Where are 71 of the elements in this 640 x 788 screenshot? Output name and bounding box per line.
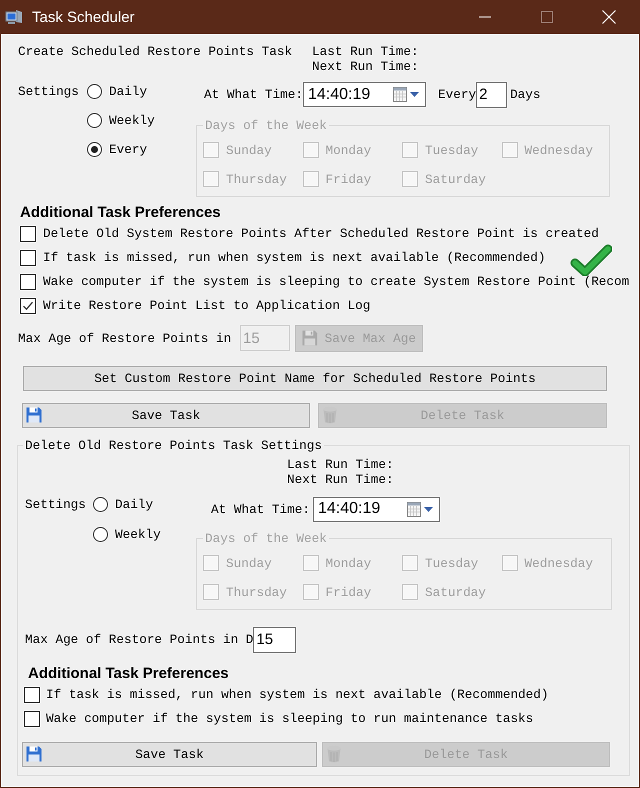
radio-label: Weekly — [109, 112, 155, 128]
checkbox-label: Write Restore Point List to Application Log — [43, 298, 370, 313]
checkbox-label: Friday — [326, 172, 372, 186]
checkbox-label: Wake computer if the system is sleeping to create System Restore Point (Recom — [43, 274, 630, 289]
checkbox-label: Sunday — [226, 556, 272, 570]
checkbox[interactable] — [20, 274, 36, 290]
last-run-label: Last Run Time: — [312, 44, 419, 59]
time-field[interactable]: 14:40:19 — [302, 82, 426, 107]
checkbox-label: Friday — [326, 584, 372, 600]
calendar-icon[interactable] — [392, 87, 407, 102]
group-title: Days of the Week — [204, 118, 328, 132]
last-run-label: Last Run Time: — [287, 457, 395, 472]
checkbox-label: Thursday — [226, 172, 287, 186]
minimize-icon — [479, 16, 491, 18]
section-title: Create Scheduled Restore Points Task — [18, 44, 294, 61]
next-run-label: Next Run Time: — [287, 472, 395, 487]
checkbox-label: Sunday — [226, 142, 272, 158]
radio-button[interactable] — [93, 527, 108, 542]
radio-label: Daily — [109, 84, 148, 98]
time-label: At What Time: — [211, 502, 310, 516]
caret-icon[interactable] — [410, 92, 419, 97]
computer-icon — [5, 8, 23, 26]
checkbox-label: If task is missed, run when system is next available (Recommended) — [46, 687, 549, 702]
custom-name-button[interactable]: Set Custom Restore Point Name for Scheduled Restore Points — [23, 366, 607, 390]
check-mark-icon — [570, 244, 612, 276]
checkbox-label: Wednesday — [524, 142, 594, 158]
maximize-icon — [541, 11, 553, 23]
interval-input[interactable]: 2 — [476, 82, 508, 108]
next-run-label: Next Run Time: — [312, 59, 419, 74]
checkbox[interactable] — [24, 686, 40, 702]
checkbox[interactable] — [20, 298, 36, 314]
interval-unit-label: Days — [510, 87, 541, 102]
checkbox-label: Tuesday — [425, 556, 478, 570]
checkbox-label: Delete Old System Restore Points After Scheduled Restore Point is created — [43, 226, 599, 241]
radio-button[interactable] — [87, 112, 102, 128]
checkbox-label: Monday — [326, 142, 372, 158]
caret-icon[interactable] — [424, 506, 433, 512]
checkbox-label: Saturday — [425, 584, 486, 600]
time-field[interactable]: 14:40:19 — [312, 496, 440, 522]
checkbox[interactable] — [24, 710, 40, 726]
max-age-input[interactable]: 15 — [253, 626, 296, 652]
section-heading: Additional Task Preferences — [20, 204, 222, 222]
radio-label: Daily — [115, 497, 154, 512]
time-label: At What Time: — [204, 87, 303, 102]
checkbox-label: Thursday — [226, 584, 287, 600]
checkbox-label: Tuesday — [425, 142, 478, 158]
settings-label: Settings — [25, 496, 87, 514]
radio-label: Every — [109, 142, 148, 156]
checkbox-label: Monday — [326, 556, 372, 570]
radio-button[interactable] — [93, 497, 108, 512]
group-title: Days of the Week — [204, 530, 328, 546]
checkbox-label: If task is missed, run when system is next available (Recommended) — [43, 250, 546, 265]
radio-button[interactable] — [87, 142, 102, 156]
close-icon — [602, 10, 616, 24]
checkbox-label: Wake computer if the system is sleeping to run maintenance tasks — [46, 711, 534, 726]
save-task-button[interactable]: Save Task — [22, 402, 310, 428]
radio-button[interactable] — [87, 84, 102, 98]
group-title: Delete Old Restore Points Task Settings — [24, 438, 323, 452]
window-title: Task Scheduler — [32, 8, 135, 26]
calendar-icon[interactable] — [406, 502, 421, 516]
radio-label: Weekly — [115, 527, 161, 542]
save-task-button[interactable]: Save Task — [22, 742, 317, 766]
checkbox-label: Wednesday — [524, 556, 594, 570]
checkbox-label: Saturday — [425, 172, 486, 186]
checkbox[interactable] — [20, 226, 36, 242]
max-age-label: Max Age of Restore Points in D — [25, 632, 254, 647]
max-age-label: Max Age of Restore Points in — [18, 330, 232, 346]
section-heading: Additional Task Preferences — [28, 664, 230, 682]
checkbox[interactable] — [20, 250, 36, 266]
interval-label: Every — [438, 87, 476, 102]
settings-label: Settings — [18, 82, 80, 100]
